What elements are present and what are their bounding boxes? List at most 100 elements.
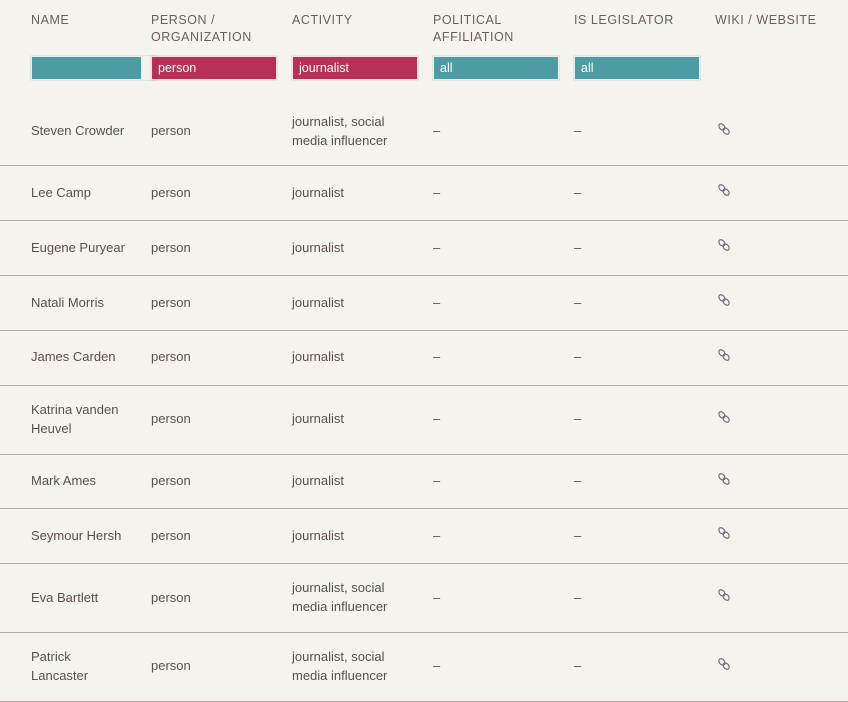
table-row[interactable]: Mark Ames person journalist – –: [0, 453, 848, 509]
cell-is-legislator: –: [564, 220, 705, 276]
cell-name: Katrina vanden Heuvel: [0, 384, 141, 454]
table-row[interactable]: James Carden person journalist – –: [0, 329, 848, 386]
cell-person-organization: person: [141, 563, 282, 633]
table-row[interactable]: Eugene Puryear person journalist – –: [0, 220, 848, 276]
cell-name: Lee Camp: [0, 165, 141, 221]
cell-activity: journalist, social media influencer: [282, 97, 423, 166]
filter-cell-wiki-website: [705, 49, 848, 98]
filter-cell-person-organization: person: [141, 49, 282, 98]
link-icon[interactable]: [715, 586, 733, 604]
cell-activity: journalist, social media influencer: [282, 563, 423, 633]
filter-input-activity[interactable]: journalist: [291, 54, 419, 81]
link-icon[interactable]: [715, 408, 733, 426]
cell-person-organization: person: [141, 275, 282, 331]
cell-person-organization: person: [141, 165, 282, 221]
table-row[interactable]: Natali Morris person journalist – –: [0, 275, 848, 331]
cell-is-legislator: –: [564, 453, 705, 509]
cell-wiki-website: [705, 384, 848, 454]
cell-person-organization: person: [141, 453, 282, 509]
link-icon[interactable]: [715, 655, 733, 673]
link-icon[interactable]: [715, 524, 733, 542]
filter-input-person-organization[interactable]: person: [150, 54, 278, 81]
cell-political-affiliation: –: [423, 329, 564, 386]
table-body: Steven Crowder person journalist, social…: [0, 97, 848, 702]
cell-wiki-website: [705, 329, 848, 386]
table-header: NAME PERSON / ORGANIZATION ACTIVITY POLI…: [0, 0, 848, 98]
filter-input-is-legislator[interactable]: all: [573, 54, 701, 81]
filter-row: person journalist all all: [0, 49, 848, 98]
cell-person-organization: person: [141, 329, 282, 386]
link-icon[interactable]: [715, 236, 733, 254]
cell-wiki-website: [705, 563, 848, 633]
table-bottom-divider-cell: [0, 700, 848, 702]
cell-wiki-website: [705, 275, 848, 331]
link-icon[interactable]: [715, 346, 733, 364]
cell-activity: journalist: [282, 165, 423, 221]
cell-person-organization: person: [141, 97, 282, 166]
column-header-wiki-website: WIKI / WEBSITE: [705, 0, 848, 50]
cell-person-organization: person: [141, 384, 282, 454]
cell-name: Seymour Hersh: [0, 508, 141, 564]
filter-cell-name: [0, 49, 158, 98]
column-header-name: NAME: [0, 0, 141, 50]
records-table: NAME PERSON / ORGANIZATION ACTIVITY POLI…: [0, 0, 848, 702]
cell-is-legislator: –: [564, 508, 705, 564]
cell-wiki-website: [705, 220, 848, 276]
column-header-is-legislator-label: IS LEGISLATOR: [574, 13, 674, 27]
cell-name: Mark Ames: [0, 453, 141, 509]
link-icon[interactable]: [715, 120, 733, 138]
link-icon[interactable]: [715, 470, 733, 488]
column-header-name-label: NAME: [31, 13, 70, 27]
cell-political-affiliation: –: [423, 384, 564, 454]
column-header-person-organization-label: PERSON / ORGANIZATION: [151, 13, 252, 44]
column-header-row: NAME PERSON / ORGANIZATION ACTIVITY POLI…: [0, 0, 848, 50]
table-row[interactable]: Lee Camp person journalist – –: [0, 165, 848, 221]
cell-person-organization: person: [141, 220, 282, 276]
cell-political-affiliation: –: [423, 453, 564, 509]
cell-political-affiliation: –: [423, 165, 564, 221]
records-table-container: NAME PERSON / ORGANIZATION ACTIVITY POLI…: [0, 0, 848, 702]
link-icon[interactable]: [715, 181, 733, 199]
cell-is-legislator: –: [564, 631, 705, 702]
table-row[interactable]: Patrick Lancaster person journalist, soc…: [0, 631, 848, 702]
column-header-activity: ACTIVITY: [282, 0, 423, 50]
cell-political-affiliation: –: [423, 508, 564, 564]
link-icon[interactable]: [715, 291, 733, 309]
table-row[interactable]: Eva Bartlett person journalist, social m…: [0, 563, 848, 633]
cell-name: Patrick Lancaster: [0, 631, 141, 702]
column-header-wiki-website-label: WIKI / WEBSITE: [715, 13, 817, 27]
cell-is-legislator: –: [564, 329, 705, 386]
cell-political-affiliation: –: [423, 97, 564, 166]
cell-political-affiliation: –: [423, 220, 564, 276]
cell-is-legislator: –: [564, 97, 705, 166]
cell-person-organization: person: [141, 631, 282, 702]
cell-is-legislator: –: [564, 165, 705, 221]
column-header-activity-label: ACTIVITY: [292, 13, 353, 27]
filter-input-political-affiliation[interactable]: all: [432, 54, 560, 81]
filter-cell-is-legislator: all: [564, 49, 705, 98]
cell-activity: journalist: [282, 453, 423, 509]
cell-name: Natali Morris: [0, 275, 141, 331]
cell-political-affiliation: –: [423, 631, 564, 702]
cell-is-legislator: –: [564, 275, 705, 331]
cell-activity: journalist: [282, 220, 423, 276]
table-bottom-divider: [0, 700, 848, 702]
column-header-political-affiliation-label: POLITICAL AFFILIATION: [433, 13, 514, 44]
filter-cell-activity: journalist: [282, 49, 423, 98]
cell-wiki-website: [705, 97, 848, 166]
cell-person-organization: person: [141, 508, 282, 564]
cell-activity: journalist: [282, 275, 423, 331]
cell-wiki-website: [705, 453, 848, 509]
table-row[interactable]: Steven Crowder person journalist, social…: [0, 97, 848, 166]
table-row[interactable]: Katrina vanden Heuvel person journalist …: [0, 384, 848, 454]
filter-input-name[interactable]: [30, 54, 158, 81]
cell-activity: journalist: [282, 384, 423, 454]
cell-is-legislator: –: [564, 563, 705, 633]
table-row[interactable]: Seymour Hersh person journalist – –: [0, 508, 848, 564]
cell-name: Steven Crowder: [0, 97, 141, 166]
cell-name: James Carden: [0, 329, 141, 386]
cell-wiki-website: [705, 165, 848, 221]
cell-political-affiliation: –: [423, 563, 564, 633]
cell-is-legislator: –: [564, 384, 705, 454]
filter-cell-political-affiliation: all: [423, 49, 564, 98]
